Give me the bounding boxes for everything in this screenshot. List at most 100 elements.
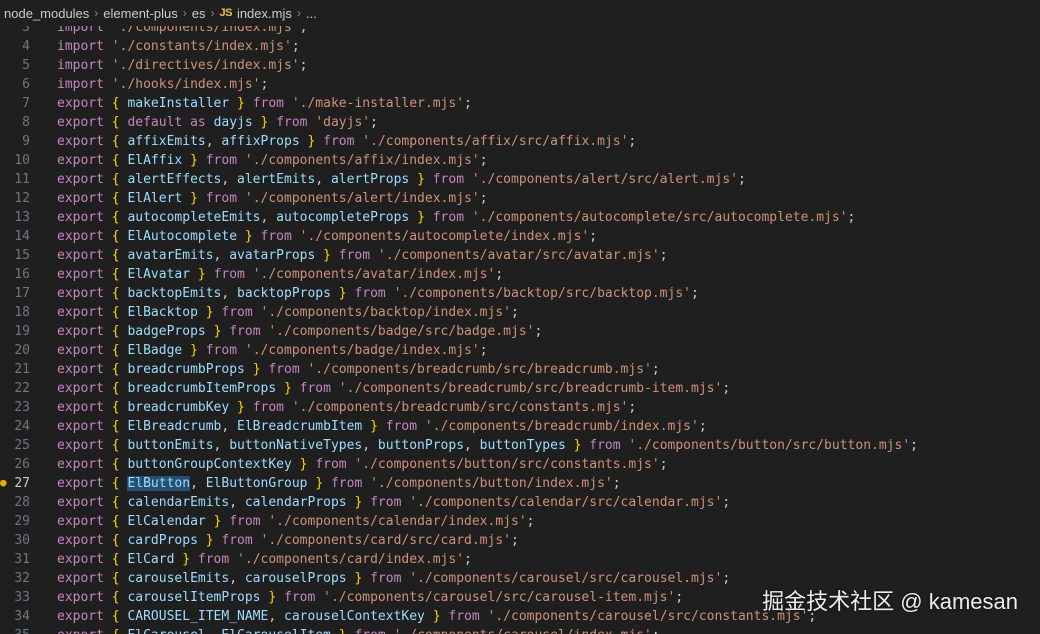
code-text: export { makeInstaller } from './make-in… — [57, 96, 472, 111]
line-number: 28 — [14, 495, 30, 510]
line-number: 14 — [14, 229, 30, 244]
code-text: export { ElButton, ElButtonGroup } from … — [57, 476, 621, 491]
code-line[interactable]: 18 export { ElBacktop } from './component… — [0, 303, 1040, 322]
line-number: 32 — [14, 571, 30, 586]
line-number: 30 — [14, 533, 30, 548]
code-line[interactable]: 5 import './directives/index.mjs'; — [0, 56, 1040, 75]
line-number: 6 — [22, 77, 30, 92]
code-editor[interactable]: 3 import './components/index.mjs'; 4 import… — [0, 18, 1040, 634]
code-line[interactable]: 25 export { buttonEmits, buttonNativeType… — [0, 436, 1040, 455]
line-number: 29 — [14, 514, 30, 529]
code-line[interactable]: 28 export { calendarEmits, calendarProps … — [0, 493, 1040, 512]
line-number: 23 — [14, 400, 30, 415]
js-file-icon: JS — [219, 7, 232, 19]
chevron-right-icon: › — [94, 6, 99, 20]
lightbulb-icon[interactable]: ● — [0, 477, 8, 489]
code-line[interactable]: 22 export { breadcrumbItemProps } from '.… — [0, 379, 1040, 398]
chevron-right-icon: › — [210, 6, 215, 20]
code-text: export { buttonEmits, buttonNativeTypes,… — [57, 438, 918, 453]
code-text: export { calendarEmits, calendarProps } … — [57, 495, 731, 510]
code-text: export { breadcrumbKey } from './compone… — [57, 400, 637, 415]
code-line[interactable]: 6 import './hooks/index.mjs'; — [0, 75, 1040, 94]
line-number: 26 — [14, 457, 30, 472]
watermark: 掘金技术社区 @ kamesan — [762, 589, 1018, 614]
code-text: export { ElBadge } from './components/ba… — [57, 343, 488, 358]
line-number: 8 — [22, 115, 30, 130]
code-text: export { breadcrumbItemProps } from './c… — [57, 381, 731, 396]
code-line[interactable]: 7 export { makeInstaller } from './make-i… — [0, 94, 1040, 113]
code-text: export { ElCard } from './components/car… — [57, 552, 472, 567]
line-number: 5 — [22, 58, 30, 73]
code-line[interactable]: 26 export { buttonGroupContextKey } from … — [0, 455, 1040, 474]
code-text: export { ElAutocomplete } from './compon… — [57, 229, 598, 244]
code-text: import './constants/index.mjs'; — [57, 39, 300, 54]
line-number: 35 — [0, 626, 30, 634]
line-number: 18 — [14, 305, 30, 320]
line-number: 9 — [22, 134, 30, 149]
code-text: export { ElBreadcrumb, ElBreadcrumbItem … — [57, 419, 707, 434]
code-text: export { badgeProps } from './components… — [57, 324, 543, 339]
code-text: export { alertEffects, alertEmits, alert… — [57, 172, 746, 187]
breadcrumb-item-es[interactable]: es — [192, 6, 206, 21]
code-text: export { buttonGroupContextKey } from '.… — [57, 457, 668, 472]
code-line[interactable]: 11 export { alertEffects, alertEmits, ale… — [0, 170, 1040, 189]
line-number: 17 — [14, 286, 30, 301]
code-line[interactable]: 20 export { ElBadge } from './components/… — [0, 341, 1040, 360]
code-text: export { default as dayjs } from 'dayjs'… — [57, 115, 378, 130]
code-line[interactable]: 16 export { ElAvatar } from './components… — [0, 265, 1040, 284]
line-number: 10 — [14, 153, 30, 168]
line-number: 25 — [14, 438, 30, 453]
code-text: export { backtopEmits, backtopProps } fr… — [57, 286, 699, 301]
code-text: export { ElCarousel, ElCarouselItem } fr… — [57, 626, 660, 634]
code-text: export { CAROUSEL_ITEM_NAME, carouselCon… — [57, 609, 817, 624]
code-text: export { cardProps } from './components/… — [57, 533, 519, 548]
code-line[interactable]: 19 export { badgeProps } from './componen… — [0, 322, 1040, 341]
line-number: 34 — [14, 609, 30, 624]
breadcrumb-item-symbols[interactable]: ... — [306, 6, 317, 21]
code-text: export { carouselItemProps } from './com… — [57, 590, 684, 605]
code-text: import './directives/index.mjs'; — [57, 58, 308, 73]
code-text: export { breadcrumbProps } from './compo… — [57, 362, 660, 377]
code-line[interactable]: 8 export { default as dayjs } from 'dayjs… — [0, 113, 1040, 132]
breadcrumb-item-file[interactable]: index.mjs — [237, 6, 292, 21]
line-number: 31 — [14, 552, 30, 567]
code-line[interactable]: 13 export { autocompleteEmits, autocomple… — [0, 208, 1040, 227]
code-line[interactable]: 21 export { breadcrumbProps } from './com… — [0, 360, 1040, 379]
code-text: export { ElAffix } from './components/af… — [57, 153, 488, 168]
line-number: 22 — [14, 381, 30, 396]
code-line[interactable]: 35 export { ElCarousel, ElCarouselItem } … — [0, 626, 1040, 634]
code-text: export { avatarEmits, avatarProps } from… — [57, 248, 668, 263]
code-line[interactable]: 17 export { backtopEmits, backtopProps } … — [0, 284, 1040, 303]
code-line[interactable]: 31 export { ElCard } from './components/c… — [0, 550, 1040, 569]
code-text: export { ElBacktop } from './components/… — [57, 305, 519, 320]
line-number: 16 — [14, 267, 30, 282]
line-number: 24 — [14, 419, 30, 434]
code-line[interactable]: 15 export { avatarEmits, avatarProps } fr… — [0, 246, 1040, 265]
code-line[interactable]: 30 export { cardProps } from './component… — [0, 531, 1040, 550]
code-line[interactable]: 9 export { affixEmits, affixProps } from … — [0, 132, 1040, 151]
code-line[interactable]: 29 export { ElCalendar } from './componen… — [0, 512, 1040, 531]
line-number: 4 — [22, 39, 30, 54]
code-line[interactable]: 12 export { ElAlert } from './components/… — [0, 189, 1040, 208]
code-line[interactable]: 4 import './constants/index.mjs'; — [0, 37, 1040, 56]
line-number: 7 — [22, 96, 30, 111]
code-line[interactable]: 14 export { ElAutocomplete } from './comp… — [0, 227, 1040, 246]
code-line[interactable]: 10 export { ElAffix } from './components/… — [0, 151, 1040, 170]
line-number: 19 — [14, 324, 30, 339]
line-number: 33 — [14, 590, 30, 605]
code-text: export { ElAlert } from './components/al… — [57, 191, 488, 206]
line-number: 11 — [14, 172, 30, 187]
line-number: 20 — [14, 343, 30, 358]
chevron-right-icon: › — [296, 6, 301, 20]
code-text: export { affixEmits, affixProps } from '… — [57, 134, 637, 149]
code-line[interactable]: 24 export { ElBreadcrumb, ElBreadcrumbIte… — [0, 417, 1040, 436]
code-text: import './hooks/index.mjs'; — [57, 77, 269, 92]
code-text: export { carouselEmits, carouselProps } … — [57, 571, 731, 586]
line-number: 12 — [14, 191, 30, 206]
chevron-right-icon: › — [182, 6, 187, 20]
code-line[interactable]: 23 export { breadcrumbKey } from './compo… — [0, 398, 1040, 417]
code-text: export { autocompleteEmits, autocomplete… — [57, 210, 856, 225]
breadcrumb-item-node-modules[interactable]: node_modules — [4, 6, 89, 21]
breadcrumb-item-element-plus[interactable]: element-plus — [103, 6, 177, 21]
code-line[interactable]: 27 ● export { ElButton, ElButtonGroup } fr… — [0, 474, 1040, 493]
